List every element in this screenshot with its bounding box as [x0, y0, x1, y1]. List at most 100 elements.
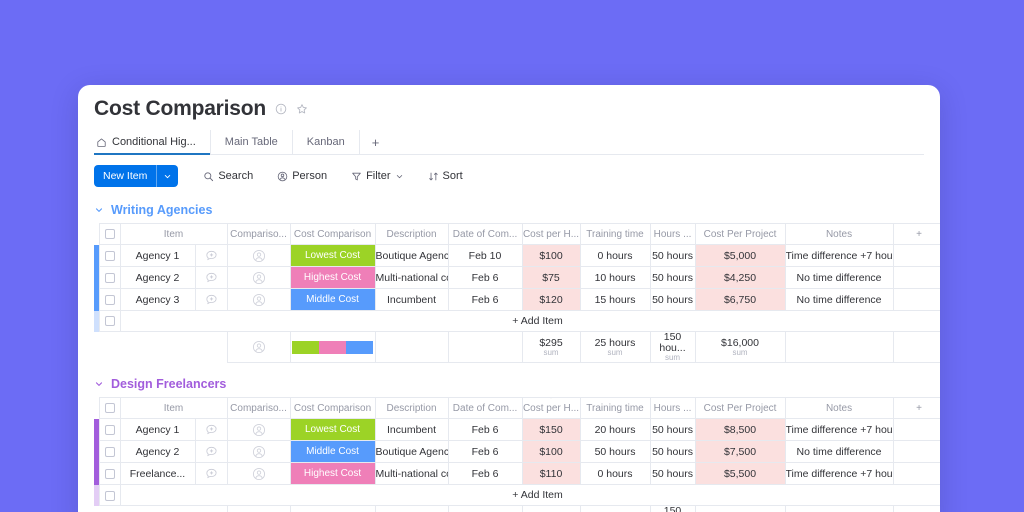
- cell-item[interactable]: Freelance...: [120, 463, 195, 485]
- col-header-training-time[interactable]: Training time: [580, 398, 650, 419]
- col-header-training-time[interactable]: Training time: [580, 224, 650, 245]
- cell-item[interactable]: Agency 2: [120, 267, 195, 289]
- cell-cost-per-project[interactable]: $8,500: [695, 419, 785, 441]
- cell-description[interactable]: Multi-national co...: [375, 463, 448, 485]
- cell-cost-comparison[interactable]: Middle Cost: [290, 441, 375, 463]
- cell-training-time[interactable]: 10 hours: [580, 267, 650, 289]
- cell-date[interactable]: Feb 6: [448, 267, 522, 289]
- cell-date[interactable]: Feb 6: [448, 463, 522, 485]
- col-header-description[interactable]: Description: [375, 224, 448, 245]
- summary-status-distribution[interactable]: [290, 506, 375, 512]
- checkbox[interactable]: [105, 316, 115, 326]
- avatar-placeholder-icon[interactable]: [228, 249, 290, 263]
- avatar-placeholder-icon[interactable]: [228, 467, 290, 481]
- table-row[interactable]: Agency 3 Middle Cost Incumbent Feb 6: [94, 289, 940, 311]
- cell-cost-per-project[interactable]: $6,750: [695, 289, 785, 311]
- checkbox[interactable]: [105, 447, 115, 457]
- cell-chat[interactable]: [195, 267, 227, 289]
- cell-notes[interactable]: No time difference: [785, 441, 893, 463]
- checkbox[interactable]: [105, 491, 115, 501]
- cell-training-time[interactable]: 20 hours: [580, 419, 650, 441]
- cell-training-time[interactable]: 0 hours: [580, 463, 650, 485]
- col-header-cost-per-project[interactable]: Cost Per Project: [695, 224, 785, 245]
- col-header-cost-per-hour[interactable]: Cost per H...: [522, 224, 580, 245]
- table-row[interactable]: Agency 2 Middle Cost Boutique Agency: [94, 441, 940, 463]
- add-item-row[interactable]: + Add Item: [94, 311, 940, 332]
- status-badge[interactable]: Lowest Cost: [291, 419, 375, 440]
- star-icon[interactable]: [296, 103, 308, 115]
- tab-kanban[interactable]: Kanban: [293, 130, 360, 154]
- cell-cost-comparison[interactable]: Highest Cost: [290, 267, 375, 289]
- group-title[interactable]: Design Freelancers: [94, 377, 940, 391]
- col-header-item[interactable]: Item: [120, 398, 227, 419]
- cell-hours[interactable]: 50 hours: [650, 419, 695, 441]
- info-circle-icon[interactable]: [275, 103, 287, 115]
- cell-cost-per-hour[interactable]: $75: [522, 267, 580, 289]
- row-checkbox-cell[interactable]: [99, 419, 120, 441]
- avatar-placeholder-icon[interactable]: [228, 271, 290, 285]
- select-all-checkbox-cell[interactable]: [99, 398, 120, 419]
- cell-hours[interactable]: 50 hours: [650, 267, 695, 289]
- cell-notes[interactable]: No time difference: [785, 267, 893, 289]
- cell-cost-comparison[interactable]: Middle Cost: [290, 289, 375, 311]
- row-checkbox-cell[interactable]: [99, 463, 120, 485]
- table-row[interactable]: Agency 1 Lowest Cost Boutique Agency: [94, 245, 940, 267]
- cell-description[interactable]: Boutique Agency: [375, 245, 448, 267]
- col-header-notes[interactable]: Notes: [785, 224, 893, 245]
- cell-person[interactable]: [227, 419, 290, 441]
- row-checkbox-cell[interactable]: [99, 289, 120, 311]
- cell-description[interactable]: Boutique Agency: [375, 441, 448, 463]
- cell-item[interactable]: Agency 1: [120, 245, 195, 267]
- status-badge[interactable]: Highest Cost: [291, 267, 375, 288]
- cell-cost-per-hour[interactable]: $110: [522, 463, 580, 485]
- cell-date[interactable]: Feb 10: [448, 245, 522, 267]
- chevron-down-icon[interactable]: [395, 172, 404, 181]
- tab-conditional-highlight[interactable]: Conditional Hig...: [94, 130, 211, 154]
- row-checkbox-cell[interactable]: [99, 311, 120, 332]
- comment-add-icon[interactable]: [196, 467, 227, 480]
- row-checkbox-cell[interactable]: [99, 485, 120, 506]
- cell-cost-per-hour[interactable]: $100: [522, 245, 580, 267]
- checkbox[interactable]: [105, 273, 115, 283]
- avatar-placeholder-icon[interactable]: [228, 293, 290, 307]
- tab-main-table[interactable]: Main Table: [211, 130, 293, 154]
- checkbox[interactable]: [105, 251, 115, 261]
- col-header-person[interactable]: Compariso...: [227, 398, 290, 419]
- add-column-button[interactable]: +: [893, 398, 940, 419]
- comment-add-icon[interactable]: [196, 293, 227, 306]
- table-row[interactable]: Freelance... Highest Cost Multi-national…: [94, 463, 940, 485]
- col-header-cost-per-project[interactable]: Cost Per Project: [695, 398, 785, 419]
- new-item-button[interactable]: New Item: [94, 165, 178, 187]
- cell-person[interactable]: [227, 441, 290, 463]
- cell-chat[interactable]: [195, 419, 227, 441]
- avatar-placeholder-icon[interactable]: [228, 445, 290, 459]
- cell-hours[interactable]: 50 hours: [650, 289, 695, 311]
- cell-cost-per-project[interactable]: $5,500: [695, 463, 785, 485]
- row-checkbox-cell[interactable]: [99, 441, 120, 463]
- checkbox[interactable]: [105, 425, 115, 435]
- col-header-cost-comparison[interactable]: Cost Comparison: [290, 398, 375, 419]
- cell-training-time[interactable]: 15 hours: [580, 289, 650, 311]
- filter-button[interactable]: Filter: [344, 167, 410, 185]
- cell-person[interactable]: [227, 245, 290, 267]
- cell-date[interactable]: Feb 6: [448, 441, 522, 463]
- cell-description[interactable]: Multi-national co...: [375, 267, 448, 289]
- cell-item[interactable]: Agency 1: [120, 419, 195, 441]
- cell-cost-per-project[interactable]: $5,000: [695, 245, 785, 267]
- cell-description[interactable]: Incumbent: [375, 289, 448, 311]
- cell-cost-comparison[interactable]: Lowest Cost: [290, 245, 375, 267]
- col-header-cost-comparison[interactable]: Cost Comparison: [290, 224, 375, 245]
- cell-chat[interactable]: [195, 463, 227, 485]
- col-header-date[interactable]: Date of Com...: [448, 224, 522, 245]
- cell-notes[interactable]: Time difference +7 hours: [785, 245, 893, 267]
- cell-training-time[interactable]: 0 hours: [580, 245, 650, 267]
- cell-cost-comparison[interactable]: Highest Cost: [290, 463, 375, 485]
- table-row[interactable]: Agency 2 Highest Cost Multi-national co.…: [94, 267, 940, 289]
- row-checkbox-cell[interactable]: [99, 245, 120, 267]
- tab-add-view-button[interactable]: +: [360, 130, 392, 154]
- cell-description[interactable]: Incumbent: [375, 419, 448, 441]
- cell-hours[interactable]: 50 hours: [650, 441, 695, 463]
- col-header-cost-per-hour[interactable]: ⇕ Cost per H...: [522, 398, 580, 419]
- cell-chat[interactable]: [195, 245, 227, 267]
- search-button[interactable]: Search: [196, 167, 260, 185]
